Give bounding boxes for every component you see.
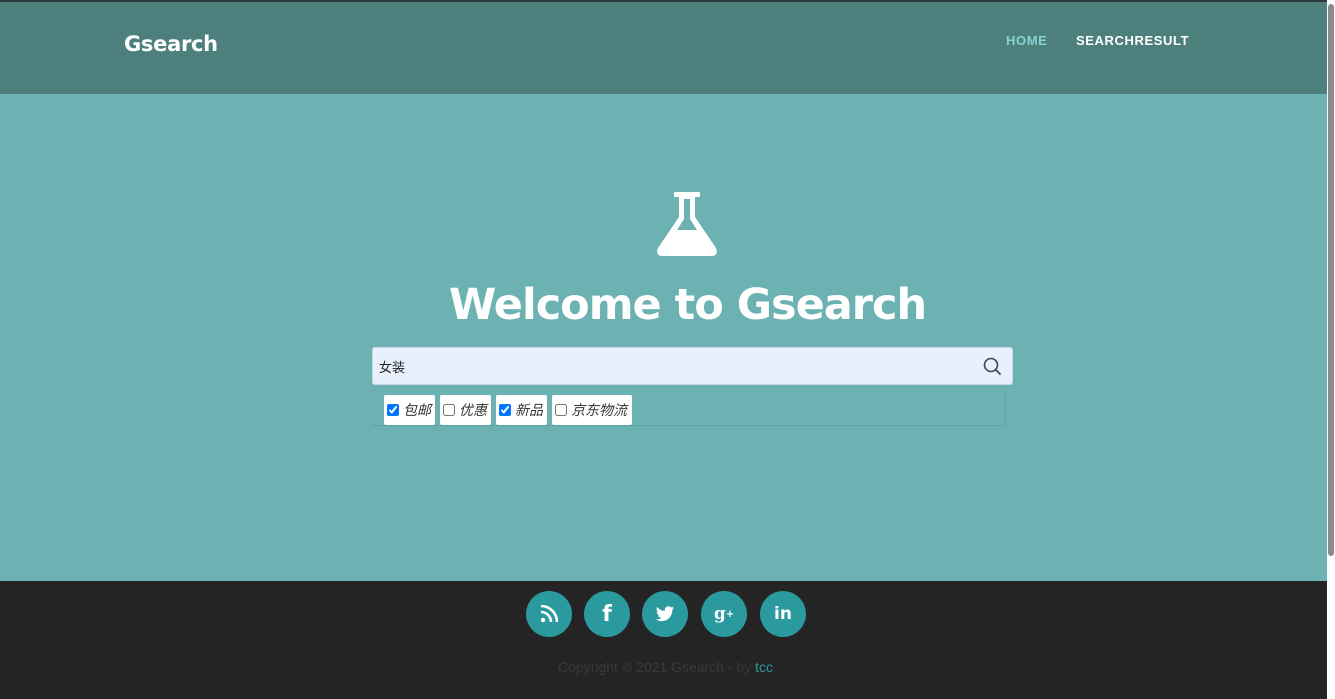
hero-section — [0, 94, 1327, 581]
copyright-text: Copyright © 2021 Gsearch - by — [558, 659, 756, 675]
brand-logo[interactable]: Gsearch — [124, 32, 218, 56]
search-box — [372, 347, 1013, 385]
filter-new[interactable]: 新品 — [496, 395, 547, 425]
nav-searchresult[interactable]: SEARCHRESULT — [1076, 33, 1189, 48]
footer: f g + in Copyright © 2021 Gsearch - by tc… — [0, 581, 1327, 699]
twitter-icon[interactable] — [642, 591, 688, 637]
filter-label: 优惠 — [459, 403, 487, 419]
new-checkbox[interactable] — [499, 404, 511, 416]
nav-home[interactable]: HOME — [1006, 33, 1047, 48]
flask-icon — [657, 192, 717, 256]
page-title: Welcome to Gsearch — [448, 280, 927, 330]
filter-free-shipping[interactable]: 包邮 — [384, 395, 435, 425]
filter-label: 新品 — [515, 403, 543, 419]
rss-icon[interactable] — [526, 591, 572, 637]
facebook-icon[interactable]: f — [584, 591, 630, 637]
free-shipping-checkbox[interactable] — [387, 404, 399, 416]
discount-checkbox[interactable] — [443, 404, 455, 416]
filter-jd-logistics[interactable]: 京东物流 — [552, 395, 632, 425]
filter-discount[interactable]: 优惠 — [440, 395, 491, 425]
filter-label: 京东物流 — [571, 403, 627, 419]
copyright: Copyright © 2021 Gsearch - by tcc — [0, 659, 1331, 675]
filter-label: 包邮 — [403, 403, 431, 419]
scrollbar-thumb[interactable] — [1328, 4, 1334, 556]
jd-logistics-checkbox[interactable] — [555, 404, 567, 416]
filter-bar: 包邮 优惠 新品 京东物流 — [372, 393, 1006, 426]
search-input[interactable] — [379, 348, 979, 384]
google-plus-icon[interactable]: g + — [701, 591, 747, 637]
author-link[interactable]: tcc — [755, 659, 773, 675]
linkedin-icon[interactable]: in — [760, 591, 806, 637]
search-icon[interactable] — [982, 356, 1004, 378]
navbar: Gsearch HOME SEARCHRESULT — [0, 2, 1327, 94]
